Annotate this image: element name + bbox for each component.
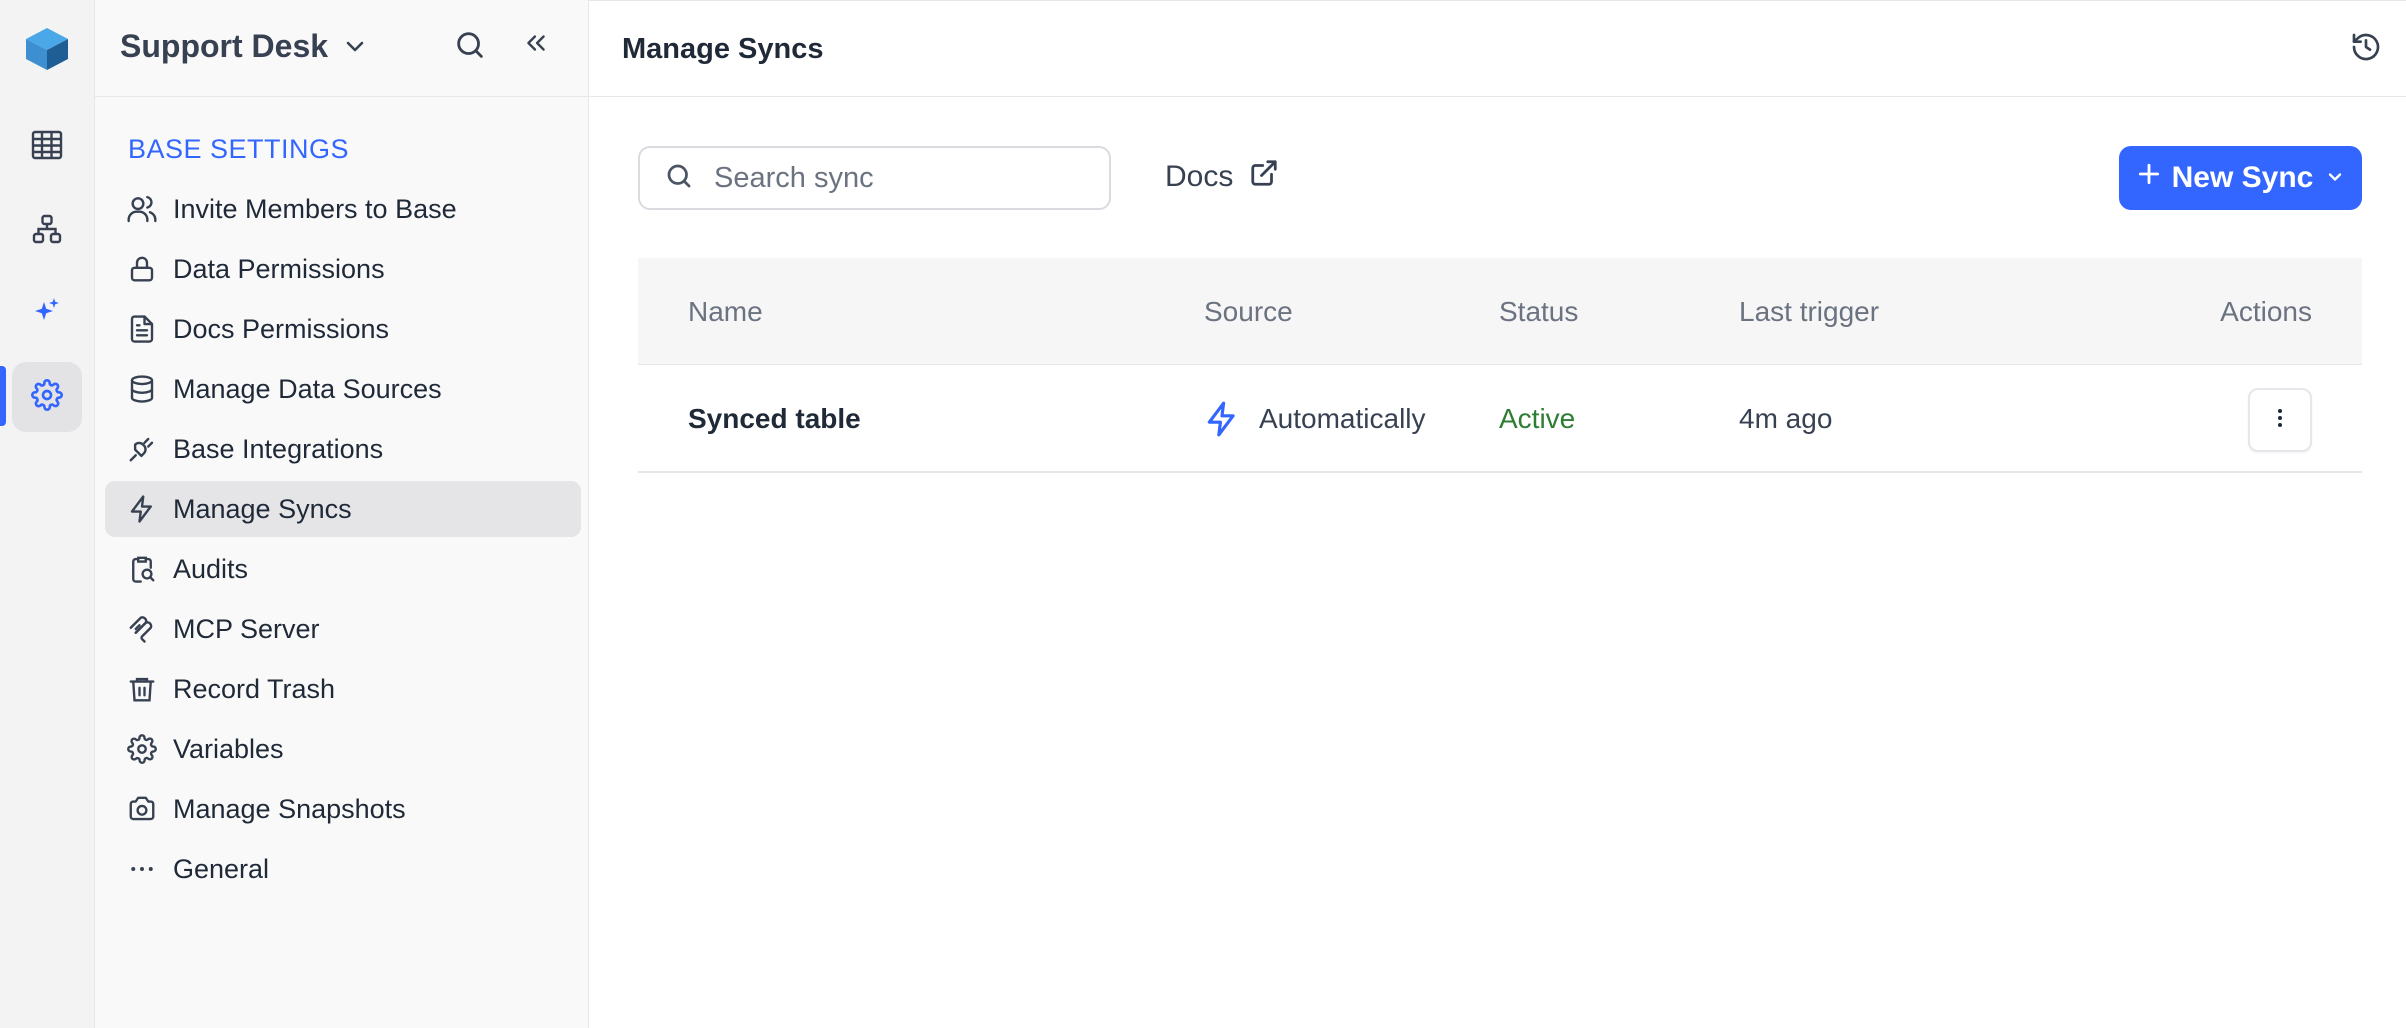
main-content: Manage Syncs Docs New Sync Name Source S… [589,0,2406,1028]
column-header-last-trigger: Last trigger [1739,296,1880,327]
sidebar-item-label: Docs Permissions [173,313,390,344]
sidebar-item-invite-members[interactable]: Invite Members to Base [105,181,581,237]
database-icon [125,372,159,406]
sidebar-item-data-permissions[interactable]: Data Permissions [105,241,581,297]
sidebar-item-mcp-server[interactable]: MCP Server [105,601,581,657]
status-badge: Active [1499,403,1576,434]
users-icon [125,192,159,226]
mcp-icon [125,612,159,646]
sidebar-item-label: Record Trash [173,673,336,704]
sidebar-item-label: Audits [173,553,249,584]
page-title: Manage Syncs [622,33,824,65]
column-header-status: Status [1499,296,1579,327]
sidebar-item-manage-snapshots[interactable]: Manage Snapshots [105,781,581,837]
more-vertical-icon [2268,406,2292,435]
lock-icon [125,252,159,286]
syncs-table: Name Source Status Last trigger Actions … [638,258,2362,473]
table-grid-icon [30,128,64,167]
ai-nav-button[interactable] [12,278,82,348]
column-header-name: Name [688,296,763,327]
sync-source: Automatically [1259,403,1426,434]
sidebar-item-record-trash[interactable]: Record Trash [105,661,581,717]
plug-icon [125,432,159,466]
sidebar-item-label: MCP Server [173,613,320,644]
trash-icon [125,672,159,706]
gear-icon [31,378,63,416]
sidebar-item-docs-permissions[interactable]: Docs Permissions [105,301,581,357]
new-sync-button[interactable]: New Sync [2119,146,2362,210]
sidebar-item-label: Base Integrations [173,433,384,464]
chevron-down-icon[interactable] [343,34,367,63]
sidebar-item-label: Variables [173,733,284,764]
lightning-icon [1203,399,1241,444]
row-actions-button[interactable] [2248,388,2312,452]
page-header: Manage Syncs [589,0,2406,97]
search-sync-field[interactable] [638,146,1111,210]
external-link-icon [1249,158,1279,196]
app-logo-icon[interactable] [24,26,70,72]
search-icon[interactable] [453,28,487,67]
sidebar-item-general[interactable]: General [105,841,581,897]
settings-nav-button[interactable] [12,362,82,432]
last-trigger: 4m ago [1739,403,1833,434]
more-horizontal-icon [125,852,159,886]
column-header-source: Source [1204,296,1293,327]
app-rail [0,0,95,1028]
sidebar-item-data-sources[interactable]: Manage Data Sources [105,361,581,417]
sparkles-icon [32,296,62,331]
sidebar-item-manage-syncs[interactable]: Manage Syncs [105,481,581,537]
settings-sidebar: Support Desk BASE SETTINGS Invite Member… [95,0,589,1028]
sidebar-item-label: Data Permissions [173,253,385,284]
search-sync-input[interactable] [714,161,1094,195]
sidebar-item-label: Invite Members to Base [173,193,457,224]
plus-icon [2136,161,2162,195]
sidebar-item-label: Manage Data Sources [173,373,442,404]
docs-link-label: Docs [1165,160,1234,193]
sidebar-item-audits[interactable]: Audits [105,541,581,597]
section-label: BASE SETTINGS [128,134,350,164]
document-icon [125,312,159,346]
sitemap-icon [31,213,63,250]
tables-nav-button[interactable] [12,112,82,182]
docs-link[interactable]: Docs [1165,158,1279,196]
workspace-header: Support Desk [95,0,589,97]
collapse-sidebar-icon[interactable] [523,28,549,63]
sidebar-item-base-integrations[interactable]: Base Integrations [105,421,581,477]
search-icon [664,161,694,196]
column-header-actions: Actions [2220,296,2312,327]
sidebar-item-label: Manage Snapshots [173,793,406,824]
settings-nav: Invite Members to Base Data Permissions … [105,181,581,901]
audit-icon [125,552,159,586]
sidebar-item-label: Manage Syncs [173,493,352,524]
sync-name: Synced table [688,403,861,434]
sidebar-item-label: General [173,853,270,884]
gear-icon [125,732,159,766]
lightning-icon [125,492,159,526]
workspace-name[interactable]: Support Desk [120,28,328,65]
active-indicator [0,366,6,426]
workflows-nav-button[interactable] [12,196,82,266]
history-icon[interactable] [2350,31,2382,68]
sidebar-item-variables[interactable]: Variables [105,721,581,777]
camera-icon [125,792,159,826]
new-sync-label: New Sync [2171,161,2314,194]
table-row[interactable]: Synced table Automatically Active 4m ago [638,365,2362,473]
chevron-down-icon [2325,161,2345,195]
table-header: Name Source Status Last trigger Actions [638,258,2362,365]
